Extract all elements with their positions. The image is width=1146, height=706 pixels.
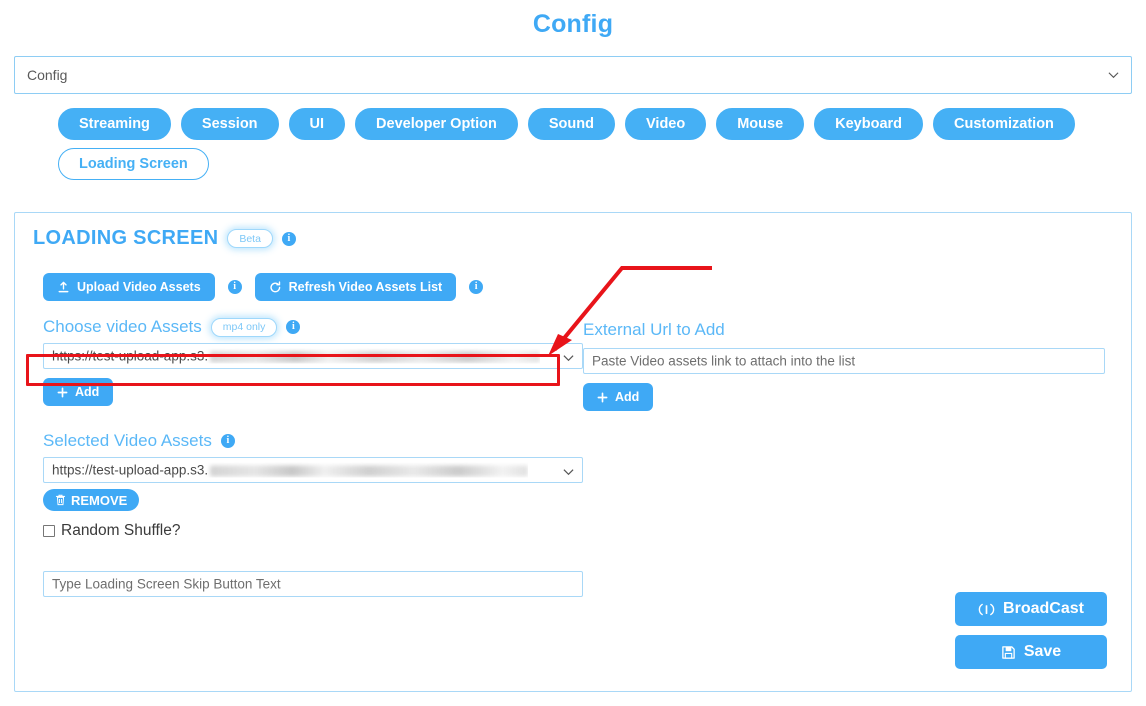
tab-developer-option[interactable]: Developer Option (355, 108, 518, 140)
add-external-url-button[interactable]: Add (583, 383, 654, 411)
remove-asset-label: REMOVE (71, 492, 128, 508)
choose-video-assets-label: Choose video Assets (43, 317, 202, 336)
refresh-video-assets-list-label: Refresh Video Assets List (288, 280, 443, 294)
skip-button-text-input[interactable]: Type Loading Screen Skip Button Text (43, 571, 583, 597)
floppy-disk-icon (1001, 645, 1016, 660)
plus-icon-right (597, 392, 608, 403)
broadcast-label: BroadCast (1003, 600, 1084, 617)
selected-video-assets-select[interactable]: https://test-upload-app.s3. (43, 457, 583, 483)
remove-asset-button[interactable]: REMOVE (43, 489, 140, 511)
plus-icon-left (57, 387, 68, 398)
tab-bar: Streaming Session UI Developer Option So… (58, 108, 1128, 180)
panel-actions: BroadCast Save (955, 592, 1107, 669)
selected-video-assets-value: https://test-upload-app.s3. (52, 463, 529, 478)
selected-video-assets-label: Selected Video Assets (43, 431, 212, 450)
upload-video-assets-label: Upload Video Assets (77, 280, 201, 294)
random-shuffle-label: Random Shuffle? (61, 522, 181, 539)
tab-sound[interactable]: Sound (527, 108, 615, 140)
tab-video[interactable]: Video (625, 108, 707, 140)
upload-icon (57, 281, 70, 294)
info-icon-selected[interactable]: i (220, 434, 235, 448)
tab-session[interactable]: Session (180, 108, 279, 140)
mp4-only-badge: mp4 only (210, 317, 278, 337)
asset-actions-row: Upload Video Assets i Refresh Video Asse… (43, 273, 484, 301)
save-button[interactable]: Save (955, 635, 1107, 669)
refresh-video-assets-list-button[interactable]: Refresh Video Assets List (254, 273, 457, 301)
skip-button-text-placeholder: Type Loading Screen Skip Button Text (52, 576, 281, 592)
section-heading: LOADING SCREEN Beta i (33, 227, 296, 250)
external-url-label-row: External Url to Add (583, 317, 1105, 342)
broadcast-button[interactable]: BroadCast (955, 592, 1107, 626)
random-shuffle-row[interactable]: Random Shuffle? (43, 522, 583, 540)
refresh-icon (269, 280, 282, 294)
info-icon-choose[interactable]: i (286, 320, 301, 334)
page-title: Config (532, 10, 614, 38)
chevron-down-icon-choose (563, 351, 574, 362)
choose-video-assets-label-row: Choose video Assets mp4 only i (43, 317, 583, 337)
choose-video-assets-value: https://test-upload-app.s3. (52, 349, 541, 364)
external-url-block: External Url to Add Paste Video assets l… (583, 317, 1105, 411)
trash-icon (55, 494, 66, 506)
add-chosen-asset-label: Add (75, 385, 100, 399)
redacted-url-text-selected (210, 465, 529, 477)
skip-button-text-block: Type Loading Screen Skip Button Text (43, 571, 583, 597)
chevron-down-icon (1108, 70, 1119, 81)
add-chosen-asset-button[interactable]: Add (43, 378, 114, 406)
tab-customization[interactable]: Customization (933, 108, 1075, 140)
config-select-value: Config (27, 67, 68, 83)
tab-streaming[interactable]: Streaming (58, 108, 171, 140)
redacted-url-text (210, 351, 541, 363)
chevron-down-icon-selected (563, 465, 574, 476)
save-label: Save (1023, 643, 1062, 660)
loading-screen-panel: LOADING SCREEN Beta i Upload Video Asset… (14, 212, 1132, 692)
broadcast-tower-icon (978, 602, 995, 617)
tab-mouse[interactable]: Mouse (716, 108, 805, 140)
section-heading-label: LOADING SCREEN (33, 227, 219, 249)
tab-ui[interactable]: UI (288, 108, 346, 140)
tab-keyboard[interactable]: Keyboard (814, 108, 924, 140)
choose-video-assets-block: Choose video Assets mp4 only i https://t… (43, 317, 583, 406)
choose-video-assets-select[interactable]: https://test-upload-app.s3. (43, 343, 583, 369)
external-url-label: External Url to Add (583, 319, 725, 339)
selected-video-assets-block: Selected Video Assets i https://test-upl… (43, 431, 583, 540)
upload-video-assets-button[interactable]: Upload Video Assets (43, 273, 215, 301)
external-url-placeholder: Paste Video assets link to attach into t… (592, 353, 856, 369)
tab-loading-screen[interactable]: Loading Screen (58, 148, 209, 180)
beta-badge: Beta (227, 229, 273, 248)
config-select[interactable]: Config (14, 56, 1132, 94)
selected-video-assets-label-row: Selected Video Assets i (43, 431, 583, 451)
random-shuffle-checkbox[interactable] (43, 525, 55, 537)
external-url-input[interactable]: Paste Video assets link to attach into t… (583, 348, 1105, 374)
add-external-url-label: Add (615, 390, 640, 404)
info-icon-upload[interactable]: i (227, 280, 242, 294)
info-icon[interactable]: i (281, 231, 296, 246)
info-icon-refresh[interactable]: i (469, 280, 484, 294)
